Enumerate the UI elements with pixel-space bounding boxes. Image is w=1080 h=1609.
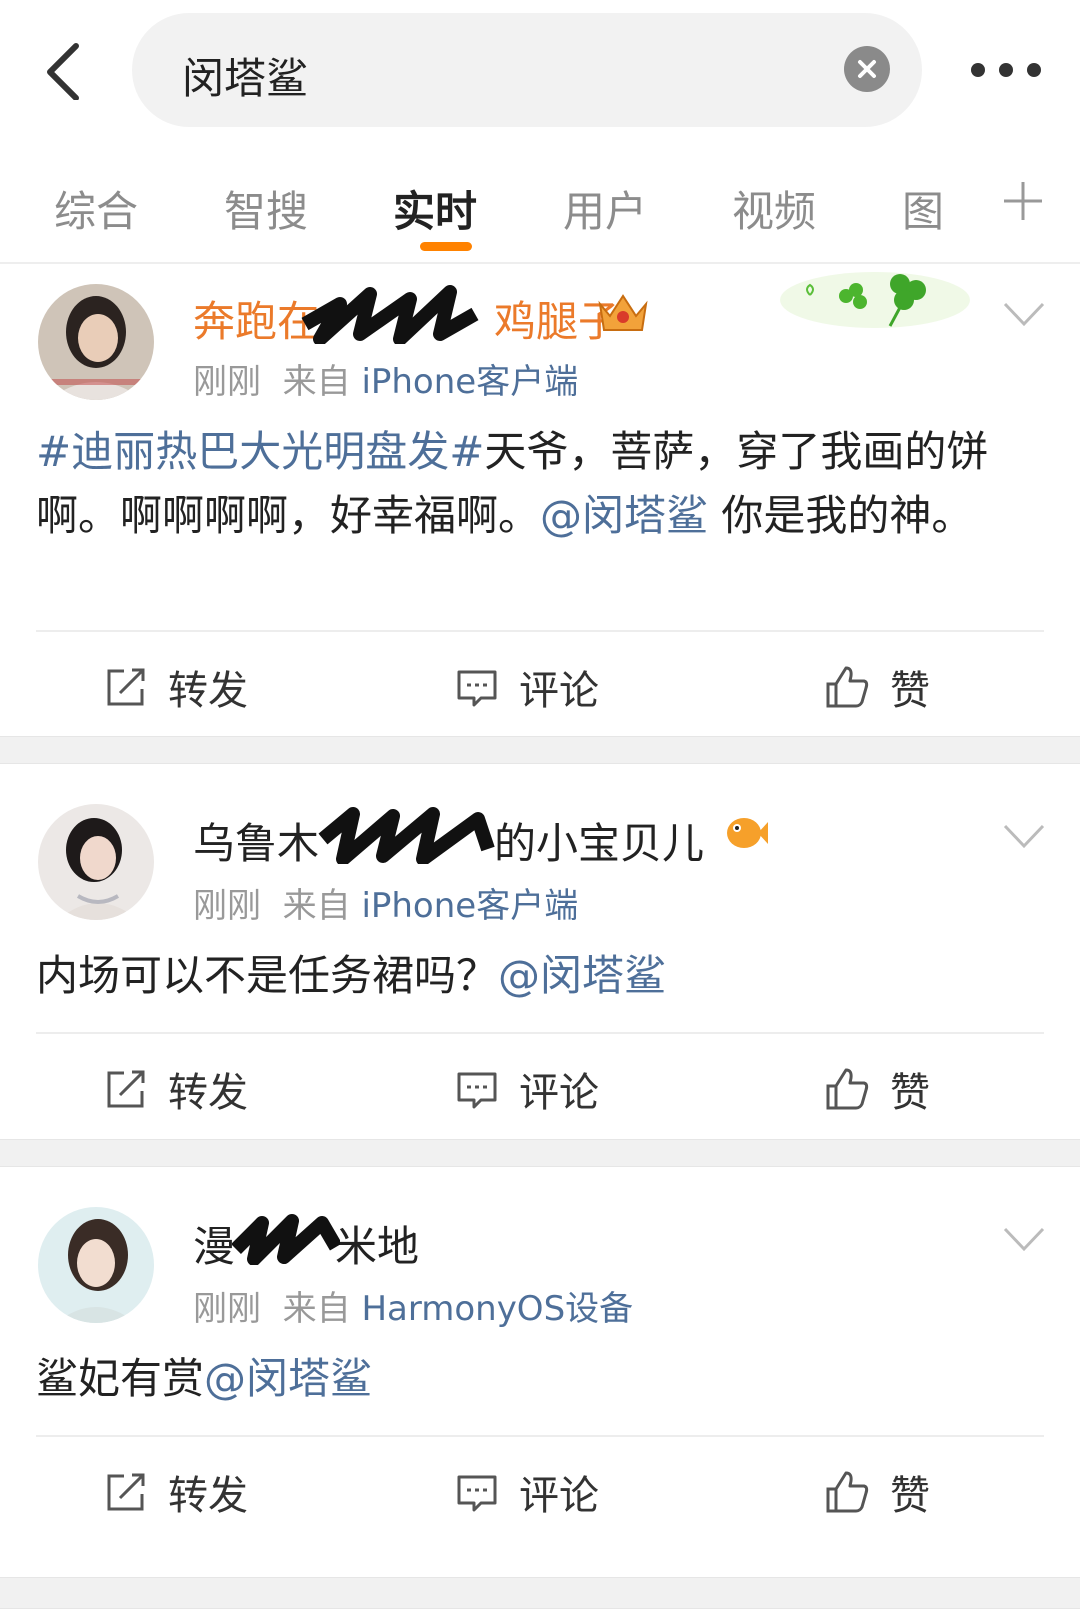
tab-comprehensive[interactable]: 综合 bbox=[54, 178, 138, 239]
avatar[interactable] bbox=[38, 804, 154, 920]
mention-link[interactable]: @闵塔鲨 bbox=[204, 1354, 372, 1403]
more-options-icon[interactable] bbox=[966, 55, 1046, 85]
thumbs-up-icon bbox=[826, 666, 869, 708]
active-tab-indicator bbox=[420, 242, 472, 251]
post-source: HarmonyOS设备 bbox=[361, 1289, 634, 1329]
tab-users[interactable]: 用户 bbox=[563, 178, 647, 239]
chevron-down-icon[interactable] bbox=[1002, 822, 1046, 852]
divider bbox=[36, 1435, 1044, 1437]
repost-icon bbox=[107, 1473, 145, 1511]
like-button[interactable]: 赞 bbox=[824, 1062, 930, 1116]
clear-search-icon[interactable] bbox=[844, 46, 890, 92]
post-meta: 刚刚 来自 iPhone客户端 bbox=[193, 886, 579, 926]
comment-icon bbox=[457, 670, 497, 707]
action-bar: 转发 评论 赞 bbox=[0, 1441, 1080, 1541]
add-tab-icon[interactable] bbox=[1002, 180, 1044, 222]
comment-button[interactable]: 评论 bbox=[455, 1465, 599, 1519]
post-text: 鲨妃有赏@闵塔鲨 bbox=[36, 1354, 373, 1403]
post-card[interactable]: 漫米地 刚刚 来自 HarmonyOS设备 鲨妃有赏@闵塔鲨 转发 评论 赞 bbox=[0, 1167, 1080, 1577]
tab-videos[interactable]: 视频 bbox=[732, 178, 816, 239]
chevron-down-icon[interactable] bbox=[1002, 300, 1046, 330]
search-tabs: 综合 智搜 实时 用户 视频 图 bbox=[0, 150, 1080, 264]
mention-link[interactable]: @闵塔鲨 bbox=[498, 951, 666, 1000]
hashtag-link[interactable]: #迪丽热巴大光明盘发# bbox=[36, 427, 484, 476]
post-card[interactable]: 乌鲁木 的小宝贝儿 刚刚 来自 iPhone客户端 内场可以不是任务裙吗？@闵塔鲨… bbox=[0, 764, 1080, 1139]
thumbs-up-icon bbox=[826, 1068, 869, 1110]
back-arrow-icon[interactable] bbox=[40, 40, 90, 101]
redaction-scribble bbox=[300, 284, 480, 346]
post-text: #迪丽热巴大光明盘发#天爷，菩萨，穿了我画的饼啊。啊啊啊啊，好幸福啊。@闵塔鲨 … bbox=[36, 427, 989, 540]
top-bar: 闵塔鲨 bbox=[0, 0, 1080, 140]
divider bbox=[36, 630, 1044, 632]
repost-button[interactable]: 转发 bbox=[104, 660, 248, 714]
comment-button[interactable]: 评论 bbox=[455, 1062, 599, 1116]
section-gap bbox=[0, 1139, 1080, 1167]
post-source: iPhone客户端 bbox=[361, 362, 579, 402]
repost-icon bbox=[107, 668, 145, 706]
redaction-scribble bbox=[318, 804, 496, 866]
comment-icon bbox=[457, 1072, 497, 1109]
fish-emoji-icon bbox=[724, 814, 768, 856]
mention-link[interactable]: @闵塔鲨 bbox=[540, 491, 708, 540]
tab-realtime[interactable]: 实时 bbox=[393, 178, 477, 239]
post-meta: 刚刚 来自 HarmonyOS设备 bbox=[193, 1289, 634, 1329]
comment-icon bbox=[457, 1475, 497, 1512]
post-meta: 刚刚 来自 iPhone客户端 bbox=[193, 362, 579, 402]
comment-button[interactable]: 评论 bbox=[455, 660, 599, 714]
repost-icon bbox=[107, 1070, 145, 1108]
tab-images[interactable]: 图 bbox=[902, 178, 944, 239]
post-card[interactable]: 奔跑在 鸡腿子 刚刚 来自 iPhone客户端 #迪丽热巴大光明盘发#天爷，菩萨，… bbox=[0, 264, 1080, 736]
search-input[interactable]: 闵塔鲨 bbox=[132, 13, 922, 127]
vip-crown-icon bbox=[596, 290, 650, 340]
avatar[interactable] bbox=[38, 284, 154, 400]
search-query: 闵塔鲨 bbox=[182, 54, 309, 103]
divider bbox=[36, 1032, 1044, 1034]
action-bar: 转发 评论 赞 bbox=[0, 636, 1080, 736]
repost-button[interactable]: 转发 bbox=[104, 1465, 248, 1519]
redaction-scribble bbox=[231, 1209, 343, 1266]
avatar[interactable] bbox=[38, 1207, 154, 1323]
section-gap bbox=[0, 1577, 1080, 1609]
clover-decoration-icon bbox=[780, 270, 970, 334]
section-gap bbox=[0, 736, 1080, 764]
tab-smart-search[interactable]: 智搜 bbox=[224, 178, 308, 239]
like-button[interactable]: 赞 bbox=[824, 660, 930, 714]
like-button[interactable]: 赞 bbox=[824, 1465, 930, 1519]
repost-button[interactable]: 转发 bbox=[104, 1062, 248, 1116]
chevron-down-icon[interactable] bbox=[1002, 1225, 1046, 1255]
action-bar: 转发 评论 赞 bbox=[0, 1038, 1080, 1138]
thumbs-up-icon bbox=[826, 1471, 869, 1513]
post-source: iPhone客户端 bbox=[361, 886, 579, 926]
post-text: 内场可以不是任务裙吗？@闵塔鲨 bbox=[36, 951, 667, 1000]
